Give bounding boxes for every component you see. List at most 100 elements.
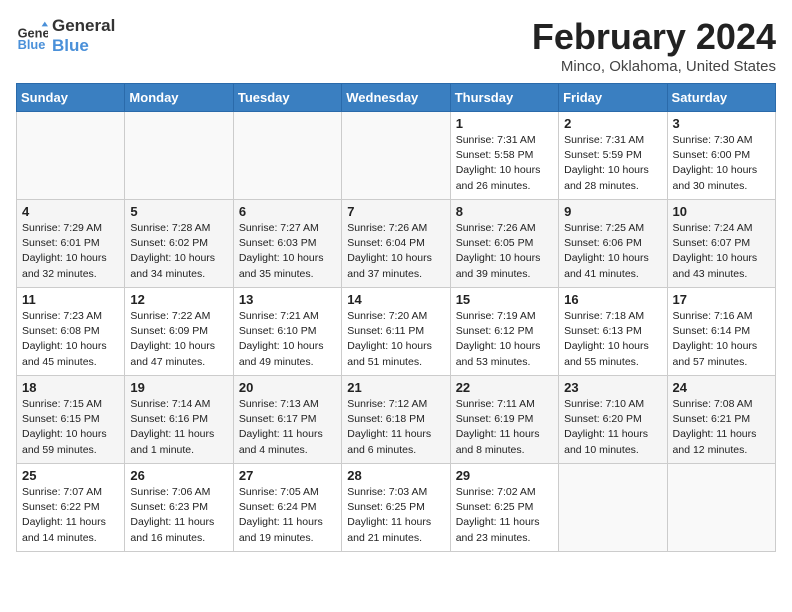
day-number: 27 bbox=[239, 468, 336, 483]
day-detail: Sunrise: 7:16 AMSunset: 6:14 PMDaylight:… bbox=[673, 309, 770, 370]
day-cell: 16 Sunrise: 7:18 AMSunset: 6:13 PMDayligh… bbox=[559, 288, 667, 376]
day-detail: Sunrise: 7:14 AMSunset: 6:16 PMDaylight:… bbox=[130, 397, 227, 458]
day-number: 26 bbox=[130, 468, 227, 483]
day-number: 16 bbox=[564, 292, 661, 307]
day-cell: 25 Sunrise: 7:07 AMSunset: 6:22 PMDayligh… bbox=[17, 464, 125, 552]
day-detail: Sunrise: 7:11 AMSunset: 6:19 PMDaylight:… bbox=[456, 397, 553, 458]
day-number: 13 bbox=[239, 292, 336, 307]
day-number: 12 bbox=[130, 292, 227, 307]
svg-text:Blue: Blue bbox=[18, 37, 46, 52]
day-number: 14 bbox=[347, 292, 444, 307]
day-cell bbox=[233, 112, 341, 200]
day-number: 22 bbox=[456, 380, 553, 395]
day-detail: Sunrise: 7:18 AMSunset: 6:13 PMDaylight:… bbox=[564, 309, 661, 370]
day-number: 11 bbox=[22, 292, 119, 307]
day-cell: 23Sunrise: 7:10 AMSunset: 6:20 PMDayligh… bbox=[559, 376, 667, 464]
day-cell: 26 Sunrise: 7:06 AMSunset: 6:23 PMDayligh… bbox=[125, 464, 233, 552]
day-number: 3 bbox=[673, 116, 770, 131]
weekday-monday: Monday bbox=[125, 84, 233, 112]
day-detail: Sunrise: 7:05 AMSunset: 6:24 PMDaylight:… bbox=[239, 485, 336, 546]
day-number: 15 bbox=[456, 292, 553, 307]
day-detail: Sunrise: 7:21 AMSunset: 6:10 PMDaylight:… bbox=[239, 309, 336, 370]
day-cell bbox=[125, 112, 233, 200]
day-number: 18 bbox=[22, 380, 119, 395]
day-cell: 21 Sunrise: 7:12 AMSunset: 6:18 PMDayligh… bbox=[342, 376, 450, 464]
day-detail: Sunrise: 7:08 AMSunset: 6:21 PMDaylight:… bbox=[673, 397, 770, 458]
day-cell: 6 Sunrise: 7:27 AMSunset: 6:03 PMDaylight… bbox=[233, 200, 341, 288]
day-cell: 22 Sunrise: 7:11 AMSunset: 6:19 PMDayligh… bbox=[450, 376, 558, 464]
day-number: 25 bbox=[22, 468, 119, 483]
logo-general: General bbox=[52, 16, 115, 36]
day-cell bbox=[667, 464, 775, 552]
day-cell: 10 Sunrise: 7:24 AMSunset: 6:07 PMDayligh… bbox=[667, 200, 775, 288]
day-detail: Sunrise: 7:31 AMSunset: 5:59 PMDaylight:… bbox=[564, 133, 661, 194]
logo: General Blue General Blue bbox=[16, 16, 115, 57]
week-row-1: 1 Sunrise: 7:31 AMSunset: 5:58 PMDaylight… bbox=[17, 112, 776, 200]
header: General Blue General Blue February 2024 … bbox=[16, 16, 776, 75]
day-number: 9 bbox=[564, 204, 661, 219]
day-cell: 20 Sunrise: 7:13 AMSunset: 6:17 PMDayligh… bbox=[233, 376, 341, 464]
weekday-tuesday: Tuesday bbox=[233, 84, 341, 112]
calendar-header: SundayMondayTuesdayWednesdayThursdayFrid… bbox=[17, 84, 776, 112]
day-number: 28 bbox=[347, 468, 444, 483]
week-row-2: 4 Sunrise: 7:29 AMSunset: 6:01 PMDaylight… bbox=[17, 200, 776, 288]
day-number: 8 bbox=[456, 204, 553, 219]
day-cell: 19 Sunrise: 7:14 AMSunset: 6:16 PMDayligh… bbox=[125, 376, 233, 464]
day-cell: 15 Sunrise: 7:19 AMSunset: 6:12 PMDayligh… bbox=[450, 288, 558, 376]
day-cell: 3Sunrise: 7:30 AMSunset: 6:00 PMDaylight… bbox=[667, 112, 775, 200]
day-detail: Sunrise: 7:29 AMSunset: 6:01 PMDaylight:… bbox=[22, 221, 119, 282]
day-detail: Sunrise: 7:02 AMSunset: 6:25 PMDaylight:… bbox=[456, 485, 553, 546]
day-number: 5 bbox=[130, 204, 227, 219]
day-detail: Sunrise: 7:20 AMSunset: 6:11 PMDaylight:… bbox=[347, 309, 444, 370]
day-cell bbox=[17, 112, 125, 200]
week-row-5: 25 Sunrise: 7:07 AMSunset: 6:22 PMDayligh… bbox=[17, 464, 776, 552]
day-number: 19 bbox=[130, 380, 227, 395]
location: Minco, Oklahoma, United States bbox=[532, 58, 776, 75]
day-cell: 2Sunrise: 7:31 AMSunset: 5:59 PMDaylight… bbox=[559, 112, 667, 200]
day-detail: Sunrise: 7:07 AMSunset: 6:22 PMDaylight:… bbox=[22, 485, 119, 546]
day-number: 29 bbox=[456, 468, 553, 483]
day-number: 6 bbox=[239, 204, 336, 219]
day-number: 7 bbox=[347, 204, 444, 219]
day-cell: 9 Sunrise: 7:25 AMSunset: 6:06 PMDaylight… bbox=[559, 200, 667, 288]
day-cell: 29 Sunrise: 7:02 AMSunset: 6:25 PMDayligh… bbox=[450, 464, 558, 552]
day-cell: 4 Sunrise: 7:29 AMSunset: 6:01 PMDaylight… bbox=[17, 200, 125, 288]
week-row-4: 18 Sunrise: 7:15 AMSunset: 6:15 PMDayligh… bbox=[17, 376, 776, 464]
day-detail: Sunrise: 7:27 AMSunset: 6:03 PMDaylight:… bbox=[239, 221, 336, 282]
day-cell bbox=[559, 464, 667, 552]
day-cell: 17 Sunrise: 7:16 AMSunset: 6:14 PMDayligh… bbox=[667, 288, 775, 376]
day-cell: 12 Sunrise: 7:22 AMSunset: 6:09 PMDayligh… bbox=[125, 288, 233, 376]
month-title: February 2024 bbox=[532, 16, 776, 58]
day-detail: Sunrise: 7:22 AMSunset: 6:09 PMDaylight:… bbox=[130, 309, 227, 370]
day-detail: Sunrise: 7:25 AMSunset: 6:06 PMDaylight:… bbox=[564, 221, 661, 282]
day-number: 1 bbox=[456, 116, 553, 131]
day-number: 4 bbox=[22, 204, 119, 219]
weekday-saturday: Saturday bbox=[667, 84, 775, 112]
day-cell: 11Sunrise: 7:23 AMSunset: 6:08 PMDayligh… bbox=[17, 288, 125, 376]
day-detail: Sunrise: 7:15 AMSunset: 6:15 PMDaylight:… bbox=[22, 397, 119, 458]
day-detail: Sunrise: 7:06 AMSunset: 6:23 PMDaylight:… bbox=[130, 485, 227, 546]
day-detail: Sunrise: 7:13 AMSunset: 6:17 PMDaylight:… bbox=[239, 397, 336, 458]
day-cell: 13 Sunrise: 7:21 AMSunset: 6:10 PMDayligh… bbox=[233, 288, 341, 376]
day-detail: Sunrise: 7:12 AMSunset: 6:18 PMDaylight:… bbox=[347, 397, 444, 458]
day-detail: Sunrise: 7:28 AMSunset: 6:02 PMDaylight:… bbox=[130, 221, 227, 282]
day-detail: Sunrise: 7:24 AMSunset: 6:07 PMDaylight:… bbox=[673, 221, 770, 282]
day-detail: Sunrise: 7:19 AMSunset: 6:12 PMDaylight:… bbox=[456, 309, 553, 370]
calendar: SundayMondayTuesdayWednesdayThursdayFrid… bbox=[16, 83, 776, 552]
day-cell bbox=[342, 112, 450, 200]
day-detail: Sunrise: 7:26 AMSunset: 6:05 PMDaylight:… bbox=[456, 221, 553, 282]
weekday-wednesday: Wednesday bbox=[342, 84, 450, 112]
day-number: 20 bbox=[239, 380, 336, 395]
day-number: 23 bbox=[564, 380, 661, 395]
weekday-thursday: Thursday bbox=[450, 84, 558, 112]
day-cell: 8 Sunrise: 7:26 AMSunset: 6:05 PMDaylight… bbox=[450, 200, 558, 288]
day-number: 24 bbox=[673, 380, 770, 395]
day-detail: Sunrise: 7:03 AMSunset: 6:25 PMDaylight:… bbox=[347, 485, 444, 546]
day-cell: 28 Sunrise: 7:03 AMSunset: 6:25 PMDayligh… bbox=[342, 464, 450, 552]
day-number: 21 bbox=[347, 380, 444, 395]
day-number: 10 bbox=[673, 204, 770, 219]
day-cell: 24 Sunrise: 7:08 AMSunset: 6:21 PMDayligh… bbox=[667, 376, 775, 464]
calendar-body: 1 Sunrise: 7:31 AMSunset: 5:58 PMDaylight… bbox=[17, 112, 776, 552]
day-number: 17 bbox=[673, 292, 770, 307]
day-detail: Sunrise: 7:31 AMSunset: 5:58 PMDaylight:… bbox=[456, 133, 553, 194]
